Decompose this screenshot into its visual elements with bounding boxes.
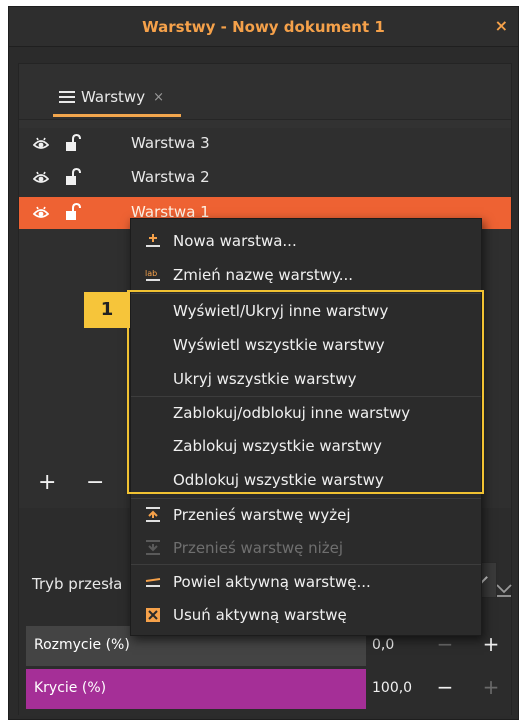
opacity-slider[interactable]: Krycie (%) 100,0 − + [26,669,504,709]
eye-icon[interactable] [33,136,49,152]
opacity-decrease-button[interactable]: − [430,675,460,699]
eye-icon[interactable] [33,205,49,221]
unlock-icon[interactable] [65,203,81,221]
menu-item-new-layer[interactable]: Nowa warstwa... [131,225,481,257]
eye-icon[interactable] [33,170,49,186]
annotation-highlight-box [127,290,484,494]
unlock-icon[interactable] [65,134,81,152]
rename-icon: lab [145,269,160,281]
close-window-button[interactable]: × [495,16,508,35]
move-up-icon [146,507,160,522]
menu-separator [131,564,481,565]
tab-layers-label: Warstwy [81,88,146,106]
tab-bar: Warstwy × [19,64,511,120]
menu-item-rename-layer[interactable]: lab Zmień nazwę warstwy... [131,259,481,291]
opacity-increase-button[interactable]: + [476,675,506,699]
collapse-down-icon[interactable] [495,582,513,598]
svg-text:lab: lab [145,269,157,278]
layer-row[interactable]: Warstwa 3 [19,128,511,160]
menu-item-delete[interactable]: Usuń aktywną warstwę [131,599,481,631]
blur-value[interactable]: 0,0 [372,637,394,653]
blend-mode-label: Tryb przesła [32,575,123,593]
layer-name: Warstwa 2 [131,168,210,186]
remove-layer-button[interactable]: − [86,470,104,495]
layers-menu-icon [59,91,75,103]
duplicate-icon [145,578,161,587]
window-title: Warstwy - Nowy dokument 1 [142,18,385,36]
annotation-callout: 1 [84,292,130,328]
tab-close-icon[interactable]: × [153,90,164,105]
unlock-icon[interactable] [65,168,81,186]
menu-item-move-up[interactable]: Przenieś warstwę wyżej [131,499,481,531]
layer-row[interactable]: Warstwa 2 [19,162,511,194]
new-layer-icon [146,234,160,247]
tab-layers[interactable]: Warstwy × [53,82,170,112]
menu-item-duplicate[interactable]: Powiel aktywną warstwę... [131,566,481,598]
tab-active-indicator [53,114,181,117]
menu-item-move-down: Przenieś warstwę niżej [131,532,481,564]
add-layer-button[interactable]: + [38,470,56,495]
opacity-value[interactable]: 100,0 [372,680,412,696]
opacity-label: Krycie (%) [34,680,107,696]
delete-icon [146,608,160,622]
title-bar[interactable]: Warstwy - Nowy dokument 1 × [9,7,518,47]
layer-name: Warstwa 3 [131,134,210,152]
move-down-icon [146,540,160,555]
blur-label: Rozmycie (%) [34,637,130,653]
